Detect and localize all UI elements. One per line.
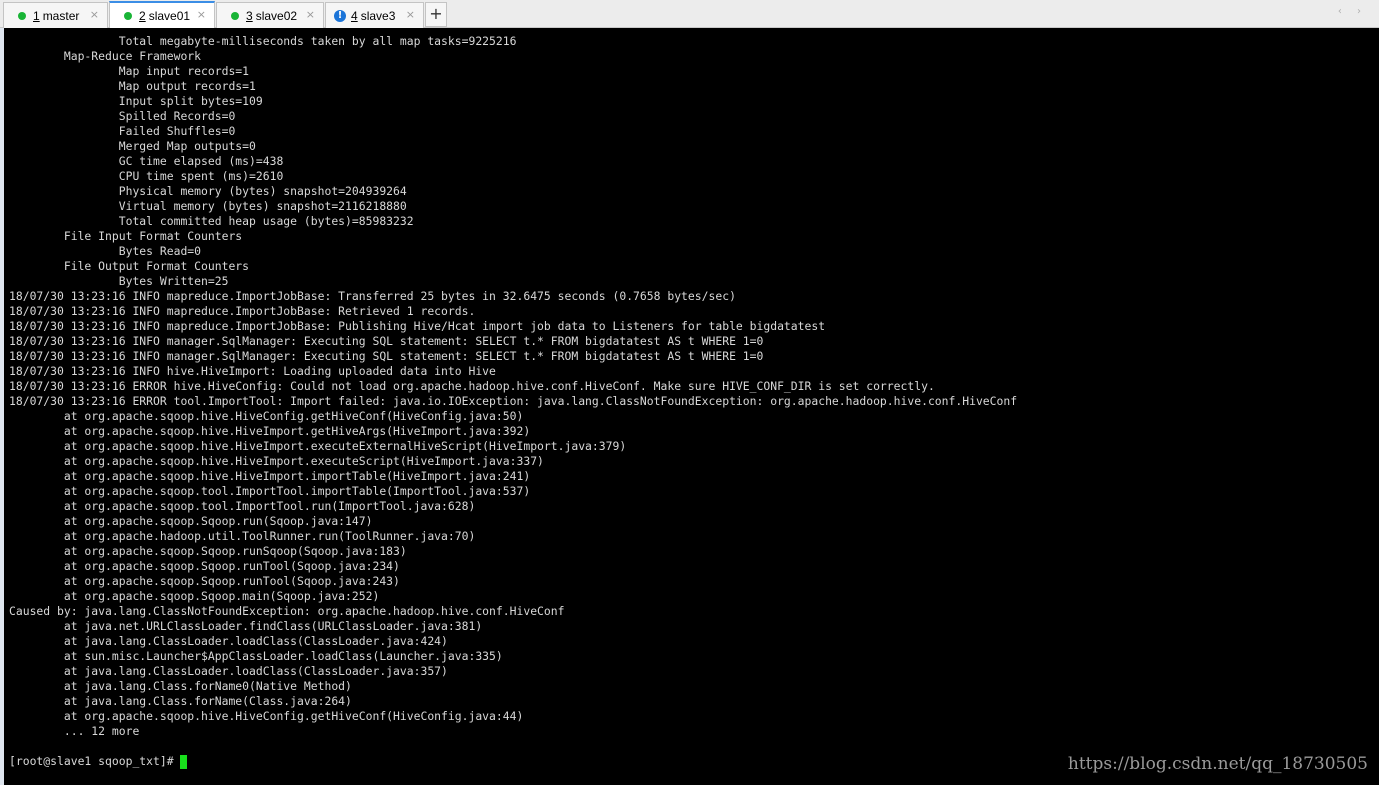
terminal-line: at org.apache.sqoop.hive.HiveImport.exec… [9, 454, 544, 468]
terminal-line: at org.apache.sqoop.Sqoop.runSqoop(Sqoop… [9, 544, 407, 558]
terminal-line: at java.lang.Class.forName(Class.java:26… [9, 694, 352, 708]
terminal-line: Virtual memory (bytes) snapshot=21162188… [9, 199, 407, 213]
close-icon[interactable]: × [90, 8, 99, 21]
terminal-lines: Total megabyte-milliseconds taken by all… [9, 34, 1017, 739]
terminal-line: 18/07/30 13:23:16 INFO mapreduce.ImportJ… [9, 304, 476, 318]
terminal-line: at org.apache.sqoop.Sqoop.run(Sqoop.java… [9, 514, 373, 528]
terminal-line: at org.apache.sqoop.Sqoop.runTool(Sqoop.… [9, 574, 400, 588]
terminal-line: at org.apache.sqoop.tool.ImportTool.impo… [9, 484, 531, 498]
tab-label: slave01 [148, 9, 191, 23]
text-cursor [179, 754, 187, 769]
terminal-line: at org.apache.sqoop.Sqoop.main(Sqoop.jav… [9, 589, 380, 603]
terminal-line: at org.apache.sqoop.hive.HiveConfig.getH… [9, 709, 524, 723]
terminal-line: at java.lang.ClassLoader.loadClass(Class… [9, 634, 448, 648]
terminal-line: Total megabyte-milliseconds taken by all… [9, 34, 517, 48]
terminal-line: Input split bytes=109 [9, 94, 263, 108]
terminal-line: at org.apache.hadoop.util.ToolRunner.run… [9, 529, 476, 543]
terminal-line: Map output records=1 [9, 79, 256, 93]
terminal-line: at java.net.URLClassLoader.findClass(URL… [9, 619, 483, 633]
tab-slave01[interactable]: 2 slave01 × [109, 1, 215, 29]
terminal-line: at sun.misc.Launcher$AppClassLoader.load… [9, 649, 503, 663]
terminal-line: CPU time spent (ms)=2610 [9, 169, 284, 183]
terminal-line: File Input Format Counters [9, 229, 243, 243]
terminal-line: Merged Map outputs=0 [9, 139, 256, 153]
terminal-line: Map input records=1 [9, 64, 250, 78]
terminal-line: at org.apache.sqoop.hive.HiveImport.impo… [9, 469, 531, 483]
tab-number: 4 [351, 8, 358, 23]
close-icon[interactable]: × [197, 8, 206, 21]
terminal-line: File Output Format Counters [9, 259, 250, 273]
connected-status-icon [18, 11, 26, 20]
shell-prompt-line[interactable]: [root@slave1 sqoop_txt]# [9, 754, 187, 769]
terminal-line: Map-Reduce Framework [9, 49, 202, 63]
terminal-line: Total committed heap usage (bytes)=85983… [9, 214, 414, 228]
tab-number: 3 [246, 8, 253, 23]
terminal-line: 18/07/30 13:23:16 INFO mapreduce.ImportJ… [9, 319, 826, 333]
terminal-output[interactable]: Total megabyte-milliseconds taken by all… [4, 28, 1379, 785]
shell-prompt: [root@slave1 sqoop_txt]# [9, 754, 174, 768]
tab-slave3[interactable]: ! 4 slave3 × [325, 2, 424, 28]
terminal-line: 18/07/30 13:23:16 INFO manager.SqlManage… [9, 349, 764, 363]
terminal-line: at java.lang.ClassLoader.loadClass(Class… [9, 664, 448, 678]
tab-master[interactable]: 1 master × [3, 2, 108, 28]
close-icon[interactable]: × [306, 8, 315, 21]
terminal-line: Caused by: java.lang.ClassNotFoundExcept… [9, 604, 565, 618]
tab-slave02[interactable]: 3 slave02 × [216, 2, 324, 28]
tab-label: master [42, 8, 80, 23]
tab-number: 2 [139, 9, 146, 23]
terminal-line: Bytes Read=0 [9, 244, 202, 258]
terminal-line: 18/07/30 13:23:16 ERROR hive.HiveConfig:… [9, 379, 935, 393]
terminal-line: Failed Shuffles=0 [9, 124, 236, 138]
terminal-line: at org.apache.sqoop.hive.HiveImport.getH… [9, 424, 531, 438]
terminal-line: ... 12 more [9, 724, 140, 738]
terminal-line: Physical memory (bytes) snapshot=2049392… [9, 184, 407, 198]
warning-icon: ! [334, 9, 346, 22]
add-tab-button[interactable]: + [425, 2, 447, 27]
close-icon[interactable]: × [406, 8, 415, 21]
terminal-line: at org.apache.sqoop.tool.ImportTool.run(… [9, 499, 476, 513]
terminal-line: 18/07/30 13:23:16 INFO manager.SqlManage… [9, 334, 764, 348]
watermark: https://blog.csdn.net/qq_18730505 [1067, 754, 1368, 774]
terminal-line: at org.apache.sqoop.Sqoop.runTool(Sqoop.… [9, 559, 400, 573]
session-tab-bar: 1 master × 2 slave01 × 3 slave02 × ! 4 s… [0, 0, 1379, 29]
tab-scroll-arrows-icon[interactable]: ‹ › [1338, 6, 1367, 17]
terminal-line: 18/07/30 13:23:16 ERROR tool.ImportTool:… [9, 394, 1018, 408]
terminal-line: at java.lang.Class.forName0(Native Metho… [9, 679, 352, 693]
terminal-line: 18/07/30 13:23:16 INFO mapreduce.ImportJ… [9, 289, 736, 303]
terminal-line: Spilled Records=0 [9, 109, 236, 123]
connected-status-icon [124, 12, 132, 20]
terminal-line: at org.apache.sqoop.hive.HiveImport.exec… [9, 439, 627, 453]
tab-label: slave02 [255, 8, 298, 23]
tab-number: 1 [33, 8, 40, 23]
terminal-line: at org.apache.sqoop.hive.HiveConfig.getH… [9, 409, 524, 423]
terminal-line: Bytes Written=25 [9, 274, 229, 288]
connected-status-icon [231, 11, 239, 20]
terminal-line: GC time elapsed (ms)=438 [9, 154, 284, 168]
tab-label: slave3 [360, 8, 396, 23]
terminal-line: 18/07/30 13:23:16 INFO hive.HiveImport: … [9, 364, 496, 378]
